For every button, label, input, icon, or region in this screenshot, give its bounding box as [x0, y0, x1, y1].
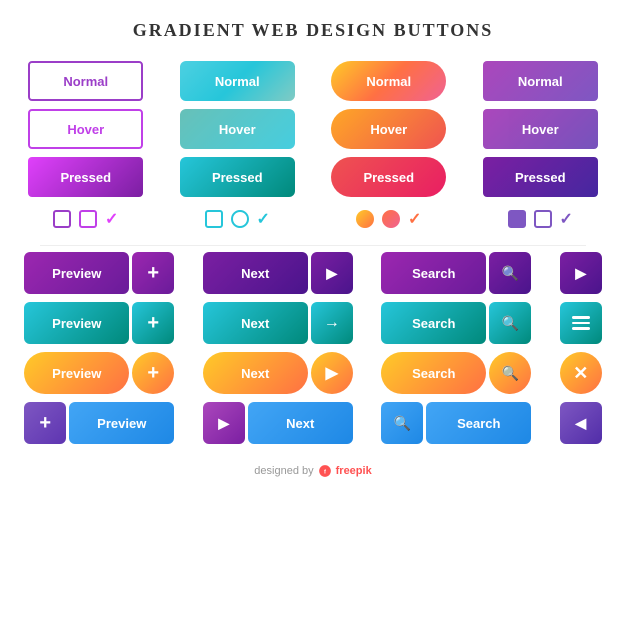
checkbox-group-orange: ✓ — [356, 209, 421, 229]
checkmark-orange: ✓ — [408, 209, 421, 229]
btn-pressed-col3[interactable]: Pressed — [331, 157, 446, 197]
search-btn-teal[interactable]: Search — [381, 302, 486, 344]
arrow-btn-purple[interactable]: ▶ — [203, 402, 245, 444]
search-pair-purple: Search 🔍 — [381, 252, 531, 294]
normal-row: Normal Normal Normal Normal — [10, 61, 616, 101]
next-btn-teal[interactable]: Next — [203, 302, 308, 344]
footer-text: designed by — [254, 465, 313, 477]
menu-btn-teal[interactable] — [560, 302, 602, 344]
checkmark-purple: ✓ — [105, 209, 118, 229]
next-pair-teal: Next → — [203, 302, 353, 344]
btn-hover-col1[interactable]: Hover — [28, 109, 143, 149]
btn-normal-col4[interactable]: Normal — [483, 61, 598, 101]
checkbox-group-dark: ✓ — [508, 209, 573, 229]
next-pair-orange: Next ▶ — [203, 352, 353, 394]
btn-hover-col3[interactable]: Hover — [331, 109, 446, 149]
plus-btn-purple[interactable]: + — [132, 252, 174, 294]
freepik-icon: f — [318, 464, 332, 478]
btn-pressed-col4[interactable]: Pressed — [483, 157, 598, 197]
preview-btn-blue[interactable]: Preview — [69, 402, 174, 444]
arrow-next-pair-blue: ▶ Next — [203, 402, 353, 444]
checkmark-dark: ✓ — [560, 209, 573, 229]
search-icon-btn-orange[interactable]: 🔍 — [489, 352, 531, 394]
next-btn-orange[interactable]: Next — [203, 352, 308, 394]
checkmark-teal: ✓ — [257, 209, 270, 229]
checkbox-empty-purple[interactable] — [53, 210, 71, 228]
svg-text:f: f — [324, 469, 326, 475]
preview-btn-orange[interactable]: Preview — [24, 352, 129, 394]
action-row-purple: Preview + Next ▶ Search 🔍 ▶ — [10, 252, 616, 294]
checkbox-outline-dark[interactable] — [534, 210, 552, 228]
plus-btn-teal[interactable]: + — [132, 302, 174, 344]
play-btn-purple[interactable]: ▶ — [311, 252, 353, 294]
btn-pressed-col1[interactable]: Pressed — [28, 157, 143, 197]
play-btn-orange[interactable]: ▶ — [311, 352, 353, 394]
checkbox-group-teal: ✓ — [205, 209, 270, 229]
next-btn-purple[interactable]: Next — [203, 252, 308, 294]
play-btn-purple2[interactable]: ▶ — [560, 252, 602, 294]
divider-1 — [40, 245, 585, 246]
hover-row: Hover Hover Hover Hover — [10, 109, 616, 149]
checkboxes-row: ✓ ✓ ✓ ✓ — [10, 209, 616, 229]
footer-brand: freepik — [336, 465, 372, 477]
search-icon-btn-teal[interactable]: 🔍 — [489, 302, 531, 344]
x-btn-orange[interactable]: ✕ — [560, 352, 602, 394]
search-icon-btn-purple[interactable]: 🔍 — [489, 252, 531, 294]
btn-normal-col2[interactable]: Normal — [180, 61, 295, 101]
page-title: GRADIENT WEB DESIGN BUTTONS — [133, 20, 494, 41]
footer: designed by f freepik — [254, 464, 371, 478]
action-row-blue: + Preview ▶ Next 🔍 Search ◀ — [10, 402, 616, 444]
plus-btn-blue[interactable]: + — [24, 402, 66, 444]
preview-pair-orange: Preview + — [24, 352, 174, 394]
search-icon-pair-blue: 🔍 Search — [381, 402, 531, 444]
checkbox-group-purple: ✓ — [53, 209, 118, 229]
plus-preview-pair-blue: + Preview — [24, 402, 174, 444]
preview-btn-purple[interactable]: Preview — [24, 252, 129, 294]
pressed-row: Pressed Pressed Pressed Pressed — [10, 157, 616, 197]
arrow-btn-teal[interactable]: → — [311, 302, 353, 344]
checkbox-circle-teal[interactable] — [231, 210, 249, 228]
back-btn-blue[interactable]: ◀ — [560, 402, 602, 444]
menu-line-1 — [572, 316, 590, 319]
menu-line-3 — [572, 327, 590, 330]
preview-pair-purple: Preview + — [24, 252, 174, 294]
search-pair-teal: Search 🔍 — [381, 302, 531, 344]
preview-pair-teal: Preview + — [24, 302, 174, 344]
preview-btn-teal[interactable]: Preview — [24, 302, 129, 344]
checkbox-filled-dark[interactable] — [508, 210, 526, 228]
btn-hover-col4[interactable]: Hover — [483, 109, 598, 149]
dot-orange-1 — [356, 210, 374, 228]
checkbox-outline-purple[interactable] — [79, 210, 97, 228]
next-pair-purple: Next ▶ — [203, 252, 353, 294]
search-pair-orange: Search 🔍 — [381, 352, 531, 394]
plus-btn-orange[interactable]: + — [132, 352, 174, 394]
menu-line-2 — [572, 322, 590, 325]
btn-hover-col2[interactable]: Hover — [180, 109, 295, 149]
btn-pressed-col2[interactable]: Pressed — [180, 157, 295, 197]
btn-normal-col3[interactable]: Normal — [331, 61, 446, 101]
btn-normal-col1[interactable]: Normal — [28, 61, 143, 101]
search-icon-btn-blue[interactable]: 🔍 — [381, 402, 423, 444]
search-btn-purple[interactable]: Search — [381, 252, 486, 294]
next-btn-blue[interactable]: Next — [248, 402, 353, 444]
search-btn-blue[interactable]: Search — [426, 402, 531, 444]
checkbox-empty-teal[interactable] — [205, 210, 223, 228]
action-row-orange: Preview + Next ▶ Search 🔍 ✕ — [10, 352, 616, 394]
action-row-teal: Preview + Next → Search 🔍 — [10, 302, 616, 344]
dot-orange-2 — [382, 210, 400, 228]
search-btn-orange[interactable]: Search — [381, 352, 486, 394]
